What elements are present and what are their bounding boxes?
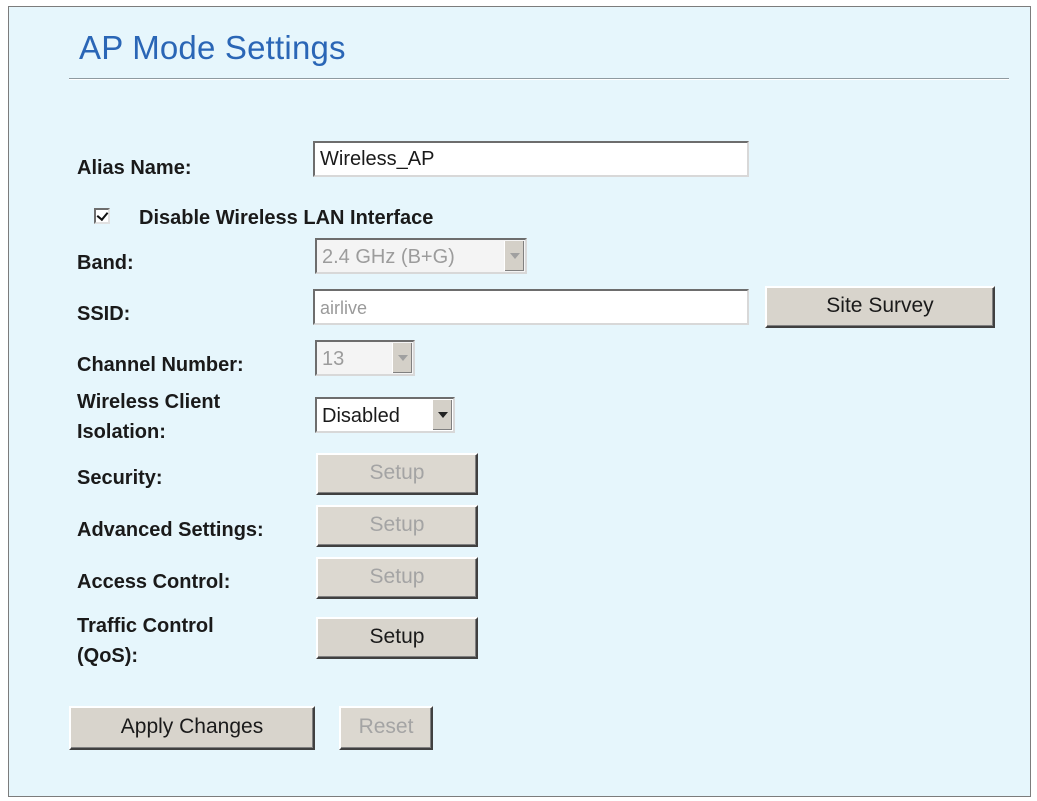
security-setup-button[interactable]: Setup bbox=[316, 453, 478, 495]
channel-select[interactable]: 13 bbox=[315, 340, 415, 376]
access-control-setup-button[interactable]: Setup bbox=[316, 557, 478, 599]
access-control-label: Access Control: bbox=[77, 571, 231, 593]
channel-number-label: Channel Number: bbox=[77, 354, 244, 376]
advanced-setup-button[interactable]: Setup bbox=[316, 505, 478, 547]
client-isolation-label-line1: Wireless Client bbox=[77, 391, 221, 413]
advanced-settings-label: Advanced Settings: bbox=[77, 519, 264, 541]
ssid-label: SSID: bbox=[77, 303, 131, 325]
settings-panel: AP Mode Settings Alias Name: Wireless_AP… bbox=[8, 6, 1031, 797]
chevron-down-icon bbox=[432, 400, 452, 430]
traffic-control-label-line2: (QoS): bbox=[77, 645, 139, 667]
alias-name-label: Alias Name: bbox=[77, 157, 192, 179]
traffic-control-setup-button[interactable]: Setup bbox=[316, 617, 478, 659]
client-isolation-select[interactable]: Disabled bbox=[315, 397, 455, 433]
reset-button[interactable]: Reset bbox=[339, 706, 433, 750]
disable-wlan-checkbox[interactable] bbox=[94, 208, 110, 224]
band-select[interactable]: 2.4 GHz (B+G) bbox=[315, 238, 527, 274]
channel-value: 13 bbox=[322, 348, 345, 370]
apply-changes-button[interactable]: Apply Changes bbox=[69, 706, 315, 750]
disable-wlan-label: Disable Wireless LAN Interface bbox=[139, 207, 434, 229]
client-isolation-value: Disabled bbox=[322, 405, 400, 427]
alias-name-input[interactable]: Wireless_AP bbox=[313, 141, 749, 177]
client-isolation-label-line2: Isolation: bbox=[77, 421, 166, 443]
band-value: 2.4 GHz (B+G) bbox=[322, 246, 455, 268]
security-label: Security: bbox=[77, 467, 163, 489]
title-divider bbox=[69, 78, 1009, 80]
site-survey-button[interactable]: Site Survey bbox=[765, 286, 995, 328]
page-title: AP Mode Settings bbox=[79, 29, 346, 66]
chevron-down-icon bbox=[504, 241, 524, 271]
traffic-control-label-line1: Traffic Control bbox=[77, 615, 214, 637]
band-label: Band: bbox=[77, 252, 134, 274]
chevron-down-icon bbox=[392, 343, 412, 373]
check-mark-icon bbox=[96, 208, 109, 222]
ssid-input[interactable]: airlive bbox=[313, 289, 749, 325]
